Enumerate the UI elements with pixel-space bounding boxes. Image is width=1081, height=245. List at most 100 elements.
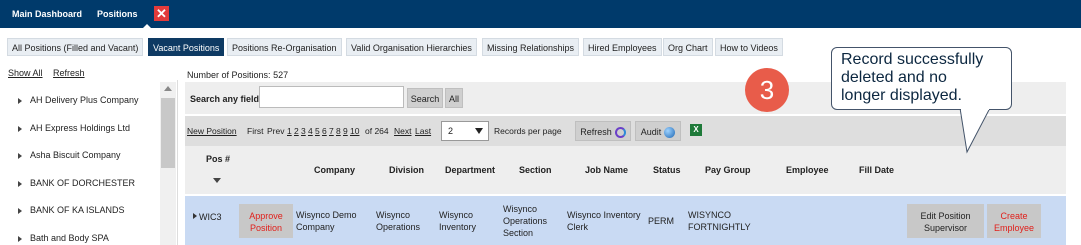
expand-arrow-icon[interactable]: [18, 207, 22, 214]
approve-position-label-line2: Position: [249, 223, 283, 233]
expand-arrow-icon[interactable]: [18, 180, 22, 187]
first-link[interactable]: First: [247, 126, 264, 136]
column-header-pay-group[interactable]: Pay Group: [705, 165, 751, 175]
page-link[interactable]: 6: [322, 126, 327, 136]
search-label: Search any field:: [190, 94, 263, 104]
page-link[interactable]: 2: [294, 126, 299, 136]
close-icon[interactable]: ✕: [154, 6, 169, 21]
tree-item-label: AH Express Holdings Ltd: [30, 123, 131, 133]
cell-job-name: Wisynco Inventory Clerk: [567, 209, 641, 233]
search-button[interactable]: Search: [407, 88, 443, 108]
edit-position-label-line2: Supervisor: [923, 223, 968, 233]
tab-valid-organisation-hierarchies[interactable]: Valid Organisation Hierarchies: [346, 38, 477, 56]
records-per-page-label: Records per page: [494, 126, 562, 136]
globe-icon: [664, 127, 676, 139]
expand-arrow-icon[interactable]: [18, 152, 22, 159]
tree-item-label: AH Delivery Plus Company: [30, 95, 139, 105]
scrollbar-thumb[interactable]: [161, 98, 175, 168]
column-header-status[interactable]: Status: [653, 165, 681, 175]
top-nav-bar: Main Dashboard Positions ✕: [0, 0, 1081, 29]
excel-export-icon[interactable]: X: [690, 124, 702, 136]
cell-pos: WIC3: [199, 212, 222, 222]
page-link[interactable]: 1: [287, 126, 292, 136]
column-header-job-name[interactable]: Job Name: [585, 165, 628, 175]
page-link[interactable]: 10: [350, 126, 359, 136]
show-all-link[interactable]: Show All: [8, 68, 43, 78]
prev-link[interactable]: Prev: [267, 126, 284, 136]
number-of-positions-value: 527: [273, 70, 289, 80]
page-link[interactable]: 7: [329, 126, 334, 136]
tree-item[interactable]: Asha Biscuit Company: [18, 150, 121, 160]
cell-section: Wisynco Operations Section: [503, 203, 547, 239]
search-input[interactable]: [259, 86, 404, 108]
page-link[interactable]: 8: [336, 126, 341, 136]
cell-job-name-line1: Wisynco Inventory: [567, 210, 641, 220]
column-header-department[interactable]: Department: [445, 165, 495, 175]
all-button[interactable]: All: [445, 88, 463, 108]
tab-how-to-videos[interactable]: How to Videos: [715, 38, 783, 56]
column-header-employee[interactable]: Employee: [786, 165, 829, 175]
last-link[interactable]: Last: [415, 126, 431, 136]
expand-arrow-icon[interactable]: [18, 97, 22, 104]
refresh-link[interactable]: Refresh: [53, 68, 85, 78]
cell-division-line1: Wisynco: [376, 210, 411, 220]
sort-down-icon[interactable]: [213, 178, 221, 183]
approve-position-button[interactable]: Approve Position: [239, 204, 293, 238]
page-link[interactable]: 5: [315, 126, 320, 136]
audit-button[interactable]: Audit: [635, 121, 681, 141]
tab-missing-relationships[interactable]: Missing Relationships: [482, 38, 580, 56]
annotation-callout: Record successfully deleted and no longe…: [831, 47, 1012, 110]
column-header-section[interactable]: Section: [519, 165, 552, 175]
nav-positions[interactable]: Positions: [97, 9, 138, 19]
tree-item-label: BANK OF DORCHESTER: [30, 178, 136, 188]
tree-item[interactable]: BANK OF DORCHESTER: [18, 178, 135, 188]
column-header-fill-date[interactable]: Fill Date: [859, 165, 894, 175]
next-link[interactable]: Next: [394, 126, 411, 136]
column-header-pos[interactable]: Pos #: [206, 154, 230, 164]
page-link[interactable]: 4: [308, 126, 313, 136]
tab-vacant-positions[interactable]: Vacant Positions: [148, 38, 225, 56]
step-number-badge: 3: [745, 68, 789, 112]
tab-positions-reorganisation[interactable]: Positions Re-Organisation: [227, 38, 342, 56]
records-per-page-value: 2: [448, 126, 454, 136]
cell-department: Wisynco Inventory: [439, 209, 476, 233]
cell-pay-group-line2: FORTNIGHTLY: [688, 222, 751, 232]
tree-item[interactable]: Bath and Body SPA: [18, 233, 109, 243]
page-link[interactable]: 9: [343, 126, 348, 136]
column-header-company[interactable]: Company: [314, 165, 355, 175]
active-indicator-caret: [142, 24, 152, 29]
cell-division-line2: Operations: [376, 222, 421, 232]
cell-company: Wisynco Demo Company: [296, 209, 357, 233]
tree-item[interactable]: BANK OF KA ISLANDS: [18, 205, 125, 215]
tab-hired-employees[interactable]: Hired Employees: [583, 38, 662, 56]
tree-item[interactable]: AH Delivery Plus Company: [18, 95, 139, 105]
page-count: of 264: [365, 126, 389, 136]
refresh-button[interactable]: Refresh: [575, 121, 631, 141]
edit-position-supervisor-button[interactable]: Edit Position Supervisor: [907, 204, 984, 238]
create-employee-button[interactable]: Create Employee: [987, 204, 1041, 238]
cell-job-name-line2: Clerk: [567, 222, 589, 232]
expand-arrow-icon[interactable]: [18, 125, 22, 132]
sidebar-links: Show All Refresh: [8, 68, 93, 78]
new-position-link[interactable]: New Position: [187, 126, 237, 136]
cell-company-line2: Company: [296, 222, 335, 232]
page-link[interactable]: 3: [301, 126, 306, 136]
tab-all-positions[interactable]: All Positions (Filled and Vacant): [7, 38, 144, 56]
tab-org-chart[interactable]: Org Chart: [663, 38, 713, 56]
cell-section-line3: Section: [503, 228, 534, 238]
records-per-page-select[interactable]: 2: [441, 121, 489, 141]
tree-item-label: Asha Biscuit Company: [30, 150, 121, 160]
tree-item[interactable]: AH Express Holdings Ltd: [18, 123, 130, 133]
expand-arrow-icon[interactable]: [18, 235, 22, 242]
cell-department-line1: Wisynco: [439, 210, 474, 220]
nav-main-dashboard[interactable]: Main Dashboard: [12, 9, 82, 19]
annotation-line1: Record successfully: [841, 51, 984, 68]
expand-row-icon[interactable]: [193, 213, 197, 219]
refresh-button-label: Refresh: [580, 127, 612, 137]
column-header-division[interactable]: Division: [389, 165, 424, 175]
cell-section-line2: Operations: [503, 216, 548, 226]
tree-item-label: BANK OF KA ISLANDS: [30, 205, 125, 215]
scroll-up-arrow-icon[interactable]: [164, 86, 172, 91]
cell-section-line1: Wisynco: [503, 204, 538, 214]
chevron-down-icon: [475, 128, 483, 134]
